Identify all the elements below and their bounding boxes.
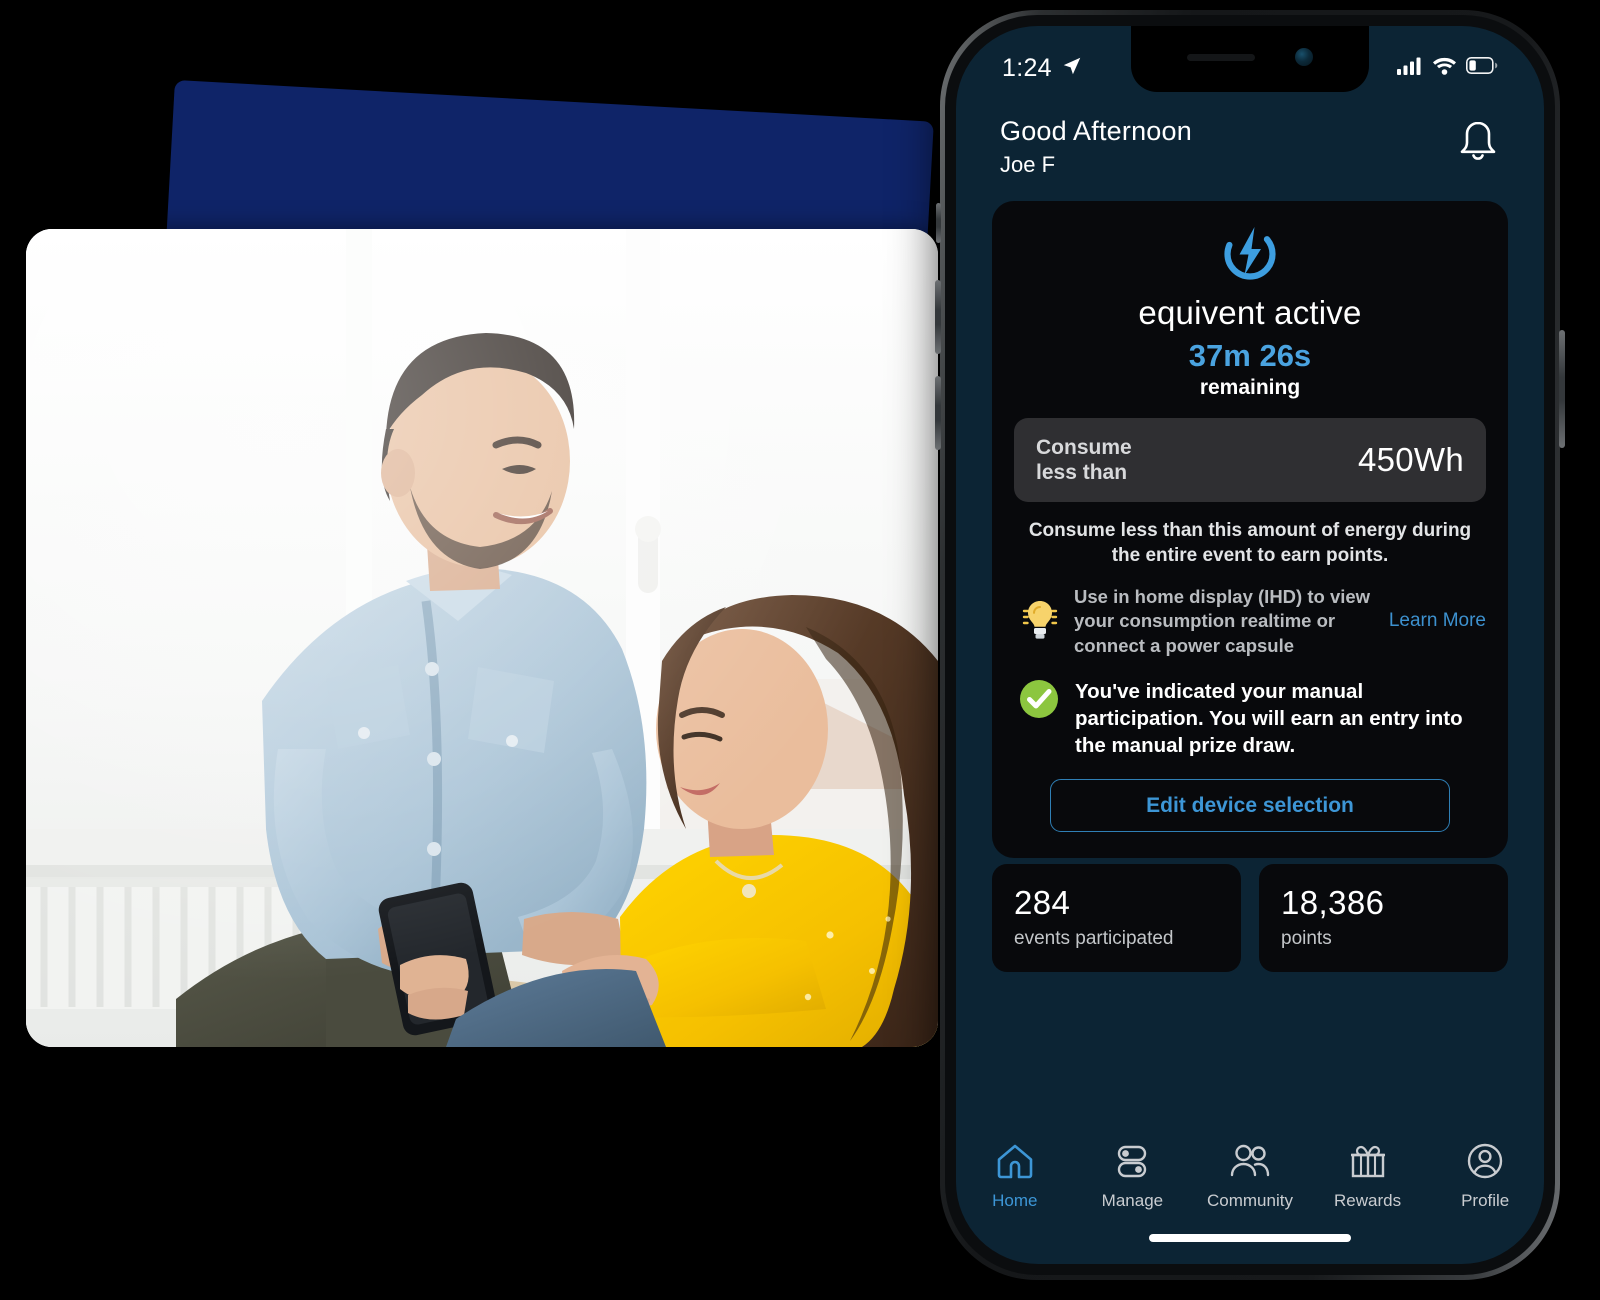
consume-value: 450Wh bbox=[1357, 441, 1464, 479]
power-bolt-icon bbox=[1221, 225, 1279, 288]
stat-value: 284 bbox=[1014, 884, 1071, 921]
phone-bezel: 1:24 Good Afternoon Joe F equivent activ… bbox=[945, 15, 1555, 1275]
tab-rewards[interactable]: Rewards bbox=[1313, 1142, 1423, 1211]
silence-switch[interactable] bbox=[936, 203, 941, 243]
user-circle-icon bbox=[1465, 1142, 1505, 1185]
phone-mockup: 1:24 Good Afternoon Joe F equivent activ… bbox=[935, 10, 1565, 1280]
people-icon bbox=[1228, 1142, 1272, 1185]
tab-label: Rewards bbox=[1334, 1191, 1402, 1210]
tab-label: Community bbox=[1207, 1191, 1293, 1210]
consume-label-line2: less than bbox=[1036, 461, 1128, 485]
check-circle-icon bbox=[1018, 678, 1060, 725]
home-icon bbox=[995, 1142, 1035, 1185]
composition-stage: 1:24 Good Afternoon Joe F equivent activ… bbox=[0, 0, 1600, 1300]
status-bar-right bbox=[1397, 57, 1498, 80]
stat-card-events[interactable]: 284 events participated bbox=[992, 864, 1241, 972]
tab-manage[interactable]: Manage bbox=[1077, 1142, 1187, 1211]
timer-caption: remaining bbox=[1199, 376, 1301, 399]
cellular-bars-icon bbox=[1397, 57, 1423, 80]
greeting-block: Good Afternoon Joe F bbox=[1000, 116, 1192, 178]
event-timer: 37m 26s bbox=[1188, 338, 1312, 373]
tab-label: Profile bbox=[1461, 1191, 1510, 1210]
stats-row: 284 events participated 18,386 points bbox=[992, 864, 1508, 972]
toggles-icon bbox=[1112, 1142, 1152, 1185]
learn-more-link[interactable]: Learn More bbox=[1389, 610, 1486, 632]
edit-device-selection-button[interactable]: Edit device selection bbox=[1050, 779, 1450, 833]
user-name: Joe F bbox=[1000, 152, 1056, 177]
greeting-text: Good Afternoon bbox=[1000, 116, 1192, 146]
confirmation-text: You've indicated your manual participati… bbox=[1075, 680, 1463, 758]
tab-home[interactable]: Home bbox=[960, 1142, 1070, 1211]
equivent-logo bbox=[1014, 225, 1486, 288]
phone-screen: 1:24 Good Afternoon Joe F equivent activ… bbox=[956, 26, 1544, 1264]
card-description: Consume less than this amount of energy … bbox=[1028, 520, 1472, 567]
power-button[interactable] bbox=[1559, 330, 1565, 448]
participation-confirmation: You've indicated your manual participati… bbox=[1014, 678, 1486, 759]
lightbulb-icon bbox=[1020, 595, 1060, 648]
app-header: Good Afternoon Joe F bbox=[956, 116, 1544, 178]
tab-label: Manage bbox=[1101, 1191, 1164, 1210]
wifi-icon bbox=[1432, 57, 1457, 80]
volume-down-button[interactable] bbox=[935, 376, 941, 450]
stat-value: 18,386 bbox=[1281, 884, 1385, 921]
home-indicator[interactable] bbox=[1149, 1234, 1351, 1242]
status-bar: 1:24 bbox=[956, 26, 1544, 92]
status-bar-left: 1:24 bbox=[1002, 54, 1083, 83]
stat-label: points bbox=[1281, 928, 1332, 949]
ihd-text: Use in home display (IHD) to view your c… bbox=[1074, 585, 1371, 656]
event-card: equivent active 37m 26s remaining Consum… bbox=[992, 201, 1508, 859]
status-time: 1:24 bbox=[1002, 53, 1052, 82]
gift-icon bbox=[1348, 1142, 1388, 1185]
ihd-tip-row: Use in home display (IHD) to view your c… bbox=[1014, 585, 1486, 659]
volume-up-button[interactable] bbox=[935, 280, 941, 354]
consume-threshold-row: Consume less than 450Wh bbox=[1014, 418, 1486, 503]
couple-with-phone-photo bbox=[26, 229, 938, 1047]
stat-label: events participated bbox=[1014, 928, 1174, 949]
lifestyle-photo-card bbox=[26, 229, 938, 1047]
consume-label-line1: Consume bbox=[1036, 436, 1132, 459]
tab-community[interactable]: Community bbox=[1195, 1142, 1305, 1211]
tab-label: Home bbox=[992, 1191, 1038, 1210]
bell-icon[interactable] bbox=[1456, 116, 1500, 169]
battery-low-icon bbox=[1466, 57, 1498, 79]
card-title: equivent active bbox=[1138, 294, 1362, 331]
tab-profile[interactable]: Profile bbox=[1430, 1142, 1540, 1211]
stat-card-points[interactable]: 18,386 points bbox=[1259, 864, 1508, 972]
consume-label: Consume less than bbox=[1036, 435, 1132, 485]
location-arrow-icon bbox=[1061, 55, 1083, 82]
